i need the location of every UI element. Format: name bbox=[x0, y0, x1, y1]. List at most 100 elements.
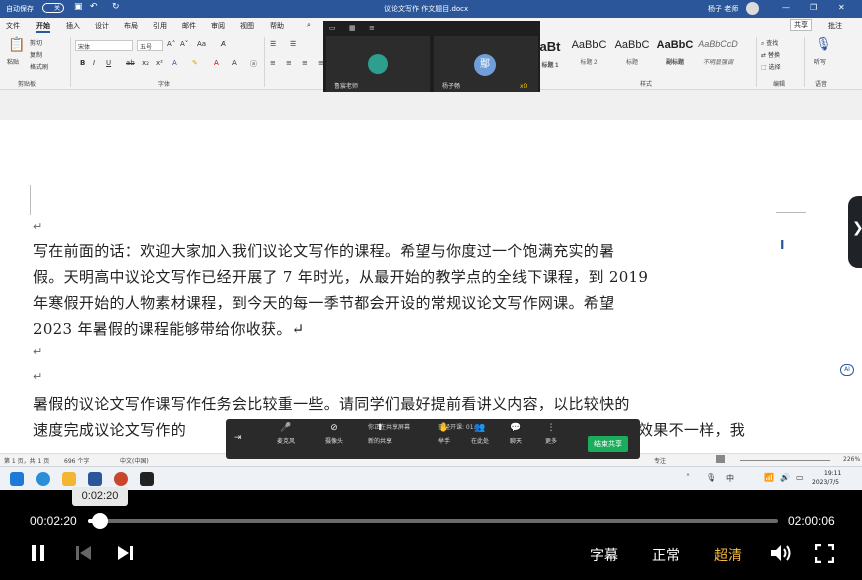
italic-button[interactable]: I bbox=[93, 59, 95, 67]
edge-icon[interactable] bbox=[36, 472, 50, 486]
side-panel-toggle[interactable]: ❯ bbox=[848, 196, 862, 268]
share-button[interactable]: 共享 bbox=[790, 19, 812, 31]
align-center-icon[interactable]: ≡ bbox=[286, 59, 292, 67]
phonetic-guide-icon[interactable]: ⓐ bbox=[250, 59, 257, 69]
style-title[interactable]: AaBbC 标题 bbox=[612, 39, 652, 66]
menu-layout[interactable]: 布局 bbox=[124, 21, 138, 31]
layout-icon[interactable]: ▦ bbox=[349, 24, 356, 32]
comments-button[interactable]: 批注 bbox=[828, 21, 842, 31]
progress-track[interactable] bbox=[88, 519, 778, 523]
save-icon[interactable]: ▣ bbox=[74, 2, 83, 12]
previous-icon[interactable] bbox=[75, 545, 93, 561]
search-icon[interactable]: ⌕ bbox=[307, 21, 311, 30]
volume-tray-icon[interactable]: 🔊 bbox=[780, 473, 790, 482]
text-effects-icon[interactable]: A bbox=[172, 59, 177, 67]
superscript-button[interactable]: x² bbox=[156, 59, 163, 67]
word-icon[interactable] bbox=[88, 472, 102, 486]
wifi-icon[interactable]: 📶 bbox=[764, 473, 774, 482]
menu-design[interactable]: 设计 bbox=[95, 21, 109, 31]
battery-icon[interactable]: ▭ bbox=[796, 473, 804, 482]
language-indicator[interactable]: 中文(中国) bbox=[120, 456, 149, 465]
bullets-icon[interactable]: ☰ bbox=[270, 40, 276, 48]
translator-icon[interactable]: AI bbox=[840, 364, 854, 376]
print-layout-icon[interactable] bbox=[716, 455, 725, 463]
raise-hand-icon[interactable]: ✋ bbox=[424, 423, 464, 433]
page-count[interactable]: 第 1 页，共 1 页 bbox=[4, 456, 49, 465]
strikethrough-button[interactable]: ab bbox=[126, 59, 135, 67]
progress-thumb[interactable] bbox=[91, 513, 108, 529]
powerpoint-icon[interactable] bbox=[114, 472, 128, 486]
paste-icon[interactable]: 📋 bbox=[8, 37, 25, 53]
dictate-button[interactable]: 听写 bbox=[814, 57, 826, 66]
toolbar-raisehand-label[interactable]: 举手 bbox=[424, 436, 464, 445]
focus-mode-button[interactable]: 专注 bbox=[654, 456, 666, 465]
style-heading2[interactable]: AaBbC 标题 2 bbox=[569, 39, 609, 66]
bold-button[interactable]: B bbox=[80, 59, 85, 67]
font-size-select[interactable]: 五号 bbox=[137, 40, 163, 51]
copy-button[interactable]: 复制 bbox=[30, 50, 42, 59]
fullscreen-icon[interactable] bbox=[815, 544, 834, 563]
menu-references[interactable]: 引用 bbox=[153, 21, 167, 31]
align-left-icon[interactable]: ≡ bbox=[270, 59, 276, 67]
participants-icon[interactable]: 👥 bbox=[460, 423, 500, 433]
font-color-icon[interactable]: A bbox=[214, 59, 219, 67]
underline-button[interactable]: U bbox=[106, 59, 111, 67]
find-button[interactable]: ⌕ 查找 bbox=[761, 38, 778, 48]
microphone-icon[interactable]: 🎙 bbox=[815, 37, 832, 52]
toolbar-mic-label[interactable]: 麦克风 bbox=[266, 436, 306, 445]
ime-tray-icon[interactable]: 中 bbox=[726, 473, 734, 484]
replace-button[interactable]: ⇄ 替换 bbox=[761, 50, 780, 59]
minimize-icon[interactable]: — bbox=[782, 3, 790, 12]
select-button[interactable]: ⬚ 选择 bbox=[761, 62, 781, 71]
toolbar-chat-label[interactable]: 聊天 bbox=[496, 436, 536, 445]
document-page[interactable]: ↵ 写在前面的话：欢迎大家加入我们议论文写作的课程。希望与你度过一个饱满充实的暑… bbox=[0, 120, 862, 453]
align-right-icon[interactable]: ≡ bbox=[302, 59, 308, 67]
menu-insert[interactable]: 插入 bbox=[66, 21, 80, 31]
mic-tray-icon[interactable]: 🎙 bbox=[706, 473, 716, 482]
subscript-button[interactable]: x₂ bbox=[142, 59, 149, 67]
tray-overflow-icon[interactable]: ˄ bbox=[686, 473, 690, 482]
autosave-toggle[interactable]: 关 bbox=[42, 3, 64, 13]
redo-icon[interactable]: ↻ bbox=[112, 2, 120, 12]
new-share-icon[interactable]: ⬆ bbox=[360, 423, 400, 433]
speed-button[interactable]: 正常 bbox=[652, 545, 680, 565]
menu-mailings[interactable]: 邮件 bbox=[182, 21, 196, 31]
participant-tile[interactable]: 鄢 杨子畅 x0 bbox=[434, 36, 538, 92]
paste-button[interactable]: 粘贴 bbox=[7, 57, 19, 66]
undo-icon[interactable]: ↶ bbox=[90, 2, 98, 12]
close-icon[interactable]: ✕ bbox=[838, 3, 845, 12]
toolbar-newshare-label[interactable]: 新的共享 bbox=[360, 436, 400, 445]
clear-format-icon[interactable]: A̸ bbox=[221, 40, 226, 48]
shrink-font-icon[interactable]: A˅ bbox=[180, 40, 188, 48]
style-subtle-emphasis[interactable]: AaBbCcD 不明显强调 bbox=[697, 39, 739, 66]
microphone-icon[interactable]: 🎤 bbox=[266, 423, 306, 433]
subtitle-button[interactable]: 字幕 bbox=[590, 545, 618, 565]
user-name[interactable]: 杨子 老师 bbox=[708, 4, 738, 14]
zoom-slider[interactable] bbox=[740, 460, 830, 461]
char-shading-icon[interactable]: A bbox=[232, 59, 237, 67]
grow-font-icon[interactable]: A˄ bbox=[167, 40, 175, 48]
taskbar-date[interactable]: 2023/7/5 bbox=[812, 479, 839, 486]
windows-start-icon[interactable] bbox=[10, 472, 24, 486]
font-name-select[interactable]: 宋体 bbox=[75, 40, 133, 51]
taskbar-time[interactable]: 19:11 bbox=[824, 470, 841, 477]
menu-review[interactable]: 审阅 bbox=[211, 21, 225, 31]
menu-help[interactable]: 帮助 bbox=[270, 21, 284, 31]
quality-button[interactable]: 超清 bbox=[714, 545, 742, 565]
next-icon[interactable] bbox=[117, 545, 135, 561]
highlight-icon[interactable]: ✎ bbox=[192, 59, 198, 67]
end-share-button[interactable]: 结束共享 bbox=[588, 436, 628, 452]
format-painter-button[interactable]: 格式刷 bbox=[30, 62, 48, 71]
participant-tile[interactable]: 鲁宸老师 bbox=[326, 36, 430, 92]
list-icon[interactable]: ≡ bbox=[369, 24, 375, 32]
chat-icon[interactable]: 💬 bbox=[496, 423, 536, 433]
camera-icon[interactable]: ⊘ bbox=[314, 423, 354, 433]
menu-view[interactable]: 视图 bbox=[240, 21, 254, 31]
change-case-icon[interactable]: Aa bbox=[197, 40, 206, 48]
toolbar-more-label[interactable]: 更多 bbox=[531, 436, 571, 445]
menu-home[interactable]: 开始 bbox=[36, 21, 50, 33]
volume-icon[interactable] bbox=[770, 544, 792, 562]
meeting-app-icon[interactable] bbox=[140, 472, 154, 486]
collapse-icon[interactable]: ⇥ bbox=[234, 433, 242, 443]
panel-menu-icon[interactable]: ▭ bbox=[329, 24, 336, 32]
